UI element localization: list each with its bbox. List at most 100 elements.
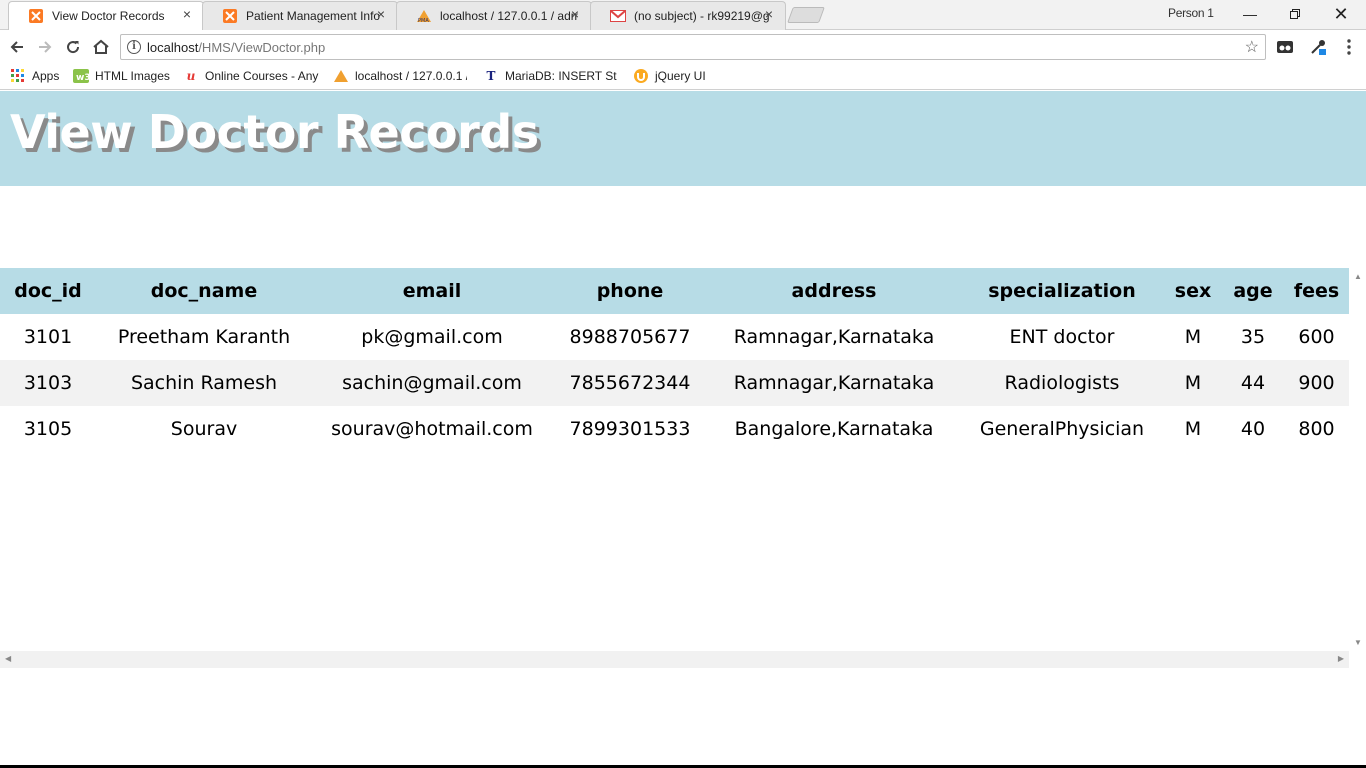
table-cell: sourav@hotmail.com: [331, 418, 533, 440]
column-header: specialization: [960, 268, 1164, 314]
restore-icon[interactable]: [1272, 3, 1318, 25]
table-cell: Sachin Ramesh: [96, 360, 312, 406]
table-cell: 800: [1298, 418, 1335, 440]
tab-strip: View Doctor Records × Patient Management…: [0, 0, 1366, 30]
svg-text:PMA: PMA: [418, 18, 429, 23]
bookmark-html-images[interactable]: w3 HTML Images: [73, 68, 170, 84]
bookmarks-bar: Apps w3 HTML Images u Online Courses - A…: [0, 63, 1366, 90]
table-cell: 3105: [23, 418, 73, 440]
table-cell: 900: [1284, 360, 1349, 406]
column-header: phone: [552, 268, 708, 314]
doctor-table-container: doc_id doc_name email phone address spec…: [0, 268, 1349, 651]
table-cell: 7855672344: [552, 360, 708, 406]
url-host: localhost: [147, 40, 199, 55]
page-title: View Doctor Records: [10, 105, 539, 159]
w3schools-icon: w3: [73, 68, 89, 84]
vertical-scrollbar[interactable]: ▲ ▼: [1349, 268, 1366, 651]
close-icon[interactable]: ×: [568, 7, 582, 21]
bookmark-mariadb[interactable]: T MariaDB: INSERT State: [483, 68, 617, 84]
url-text[interactable]: localhost/HMS/ViewDoctor.php: [147, 40, 325, 55]
bookmark-label: Online Courses - Any: [205, 69, 319, 83]
xampp-icon: [28, 8, 44, 24]
column-header: doc_id: [0, 268, 96, 314]
column-header: fees: [1284, 268, 1349, 314]
new-tab-button[interactable]: [787, 7, 825, 23]
close-icon[interactable]: ×: [180, 7, 194, 21]
scroll-down-arrow-icon[interactable]: ▼: [1354, 638, 1362, 647]
forward-icon[interactable]: [34, 36, 56, 58]
bookmark-jquery-ui[interactable]: jQuery UI: [633, 68, 706, 84]
mariadb-icon: T: [486, 69, 496, 83]
table-row: 3105 Sourav sourav@hotmail.com 789930153…: [0, 406, 1349, 452]
bookmark-phpmyadmin[interactable]: localhost / 127.0.0.1 /: [333, 68, 467, 84]
table-row: 3103 Sachin Ramesh sachin@gmail.com 7855…: [0, 360, 1349, 406]
bookmark-label: HTML Images: [95, 69, 170, 83]
tab-patient-management[interactable]: Patient Management Info ×: [202, 1, 398, 30]
udemy-icon: u: [186, 69, 196, 83]
url-path: /HMS/ViewDoctor.php: [198, 40, 326, 55]
bookmark-apps[interactable]: Apps: [10, 68, 59, 84]
column-header: doc_name: [96, 268, 312, 314]
tab-label: Patient Management Info: [246, 8, 381, 23]
menu-kebab-icon[interactable]: [1340, 38, 1358, 56]
tab-label: (no subject) - rk99219@g: [634, 8, 770, 23]
table-cell: 8988705677: [569, 326, 691, 348]
svg-text:w3: w3: [76, 73, 89, 83]
close-window-icon[interactable]: ✕: [1318, 3, 1364, 25]
column-header: email: [312, 268, 552, 314]
column-header: address: [708, 268, 960, 314]
table-cell: Radiologists: [960, 360, 1164, 406]
table-cell: 3101: [23, 326, 73, 348]
table-cell: Bangalore,Karnataka: [734, 418, 934, 440]
bookmark-label: jQuery UI: [655, 69, 706, 83]
scroll-left-arrow-icon[interactable]: ◀: [5, 654, 11, 663]
eyedropper-extension-icon[interactable]: [1309, 38, 1327, 56]
table-cell: Sourav: [170, 418, 238, 440]
table-cell: M: [1184, 326, 1202, 348]
reload-icon[interactable]: [62, 36, 84, 58]
gmail-icon: [610, 8, 626, 24]
extension-icon[interactable]: [1276, 38, 1294, 56]
table-cell: 600: [1298, 326, 1335, 348]
browser-toolbar: i localhost/HMS/ViewDoctor.php ☆: [0, 30, 1366, 63]
phpmyadmin-icon: [333, 68, 349, 84]
table-cell: 40: [1240, 418, 1266, 440]
bookmark-label: MariaDB: INSERT State: [505, 69, 617, 83]
info-icon[interactable]: i: [127, 40, 141, 54]
table-cell: M: [1184, 418, 1202, 440]
doctor-records-table: doc_id doc_name email phone address spec…: [0, 268, 1349, 452]
tab-gmail[interactable]: (no subject) - rk99219@g ×: [590, 1, 786, 30]
table-cell: pk@gmail.com: [361, 326, 503, 348]
jquery-ui-icon: [633, 68, 649, 84]
column-header: age: [1222, 268, 1284, 314]
table-cell: M: [1164, 360, 1222, 406]
table-cell: ENT doctor: [1009, 326, 1115, 348]
scroll-right-arrow-icon[interactable]: ▶: [1338, 654, 1344, 663]
apps-grid-icon: [10, 68, 26, 84]
back-icon[interactable]: [6, 36, 28, 58]
page-viewport: View Doctor Records doc_id doc_name emai…: [0, 91, 1366, 768]
tab-phpmyadmin[interactable]: PMA localhost / 127.0.0.1 / adm ×: [396, 1, 592, 30]
bookmark-star-icon[interactable]: ☆: [1245, 37, 1259, 57]
close-icon[interactable]: ×: [762, 7, 776, 21]
table-cell: 35: [1240, 326, 1266, 348]
scroll-up-arrow-icon[interactable]: ▲: [1354, 272, 1362, 281]
table-row: 3101 Preetham Karanth pk@gmail.com 89887…: [0, 314, 1349, 360]
table-cell: sachin@gmail.com: [312, 360, 552, 406]
table-cell: GeneralPhysician: [979, 418, 1145, 440]
minimize-icon[interactable]: —: [1227, 3, 1273, 25]
address-bar[interactable]: i localhost/HMS/ViewDoctor.php ☆: [120, 34, 1266, 60]
table-cell: 3103: [0, 360, 96, 406]
bookmark-online-courses[interactable]: u Online Courses - Any: [183, 68, 319, 84]
tab-label: localhost / 127.0.0.1 / adm: [440, 8, 578, 23]
phpmyadmin-icon: PMA: [416, 8, 432, 24]
home-icon[interactable]: [90, 36, 112, 58]
profile-name[interactable]: Person 1: [1168, 6, 1214, 20]
tab-label: View Doctor Records: [52, 8, 165, 23]
horizontal-scrollbar[interactable]: ◀ ▶: [0, 651, 1349, 668]
close-icon[interactable]: ×: [374, 7, 388, 21]
table-cell: Preetham Karanth: [117, 326, 291, 348]
xampp-icon: [222, 8, 238, 24]
tab-view-doctor-records[interactable]: View Doctor Records ×: [8, 1, 204, 30]
table-cell: Ramnagar,Karnataka: [708, 360, 960, 406]
